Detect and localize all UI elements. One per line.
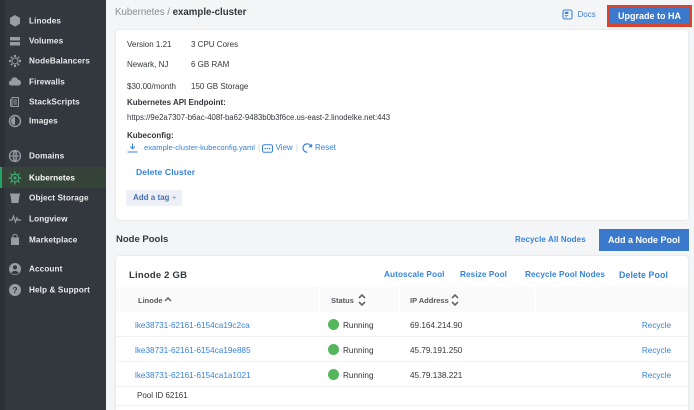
svg-text:?: ? bbox=[12, 285, 17, 295]
